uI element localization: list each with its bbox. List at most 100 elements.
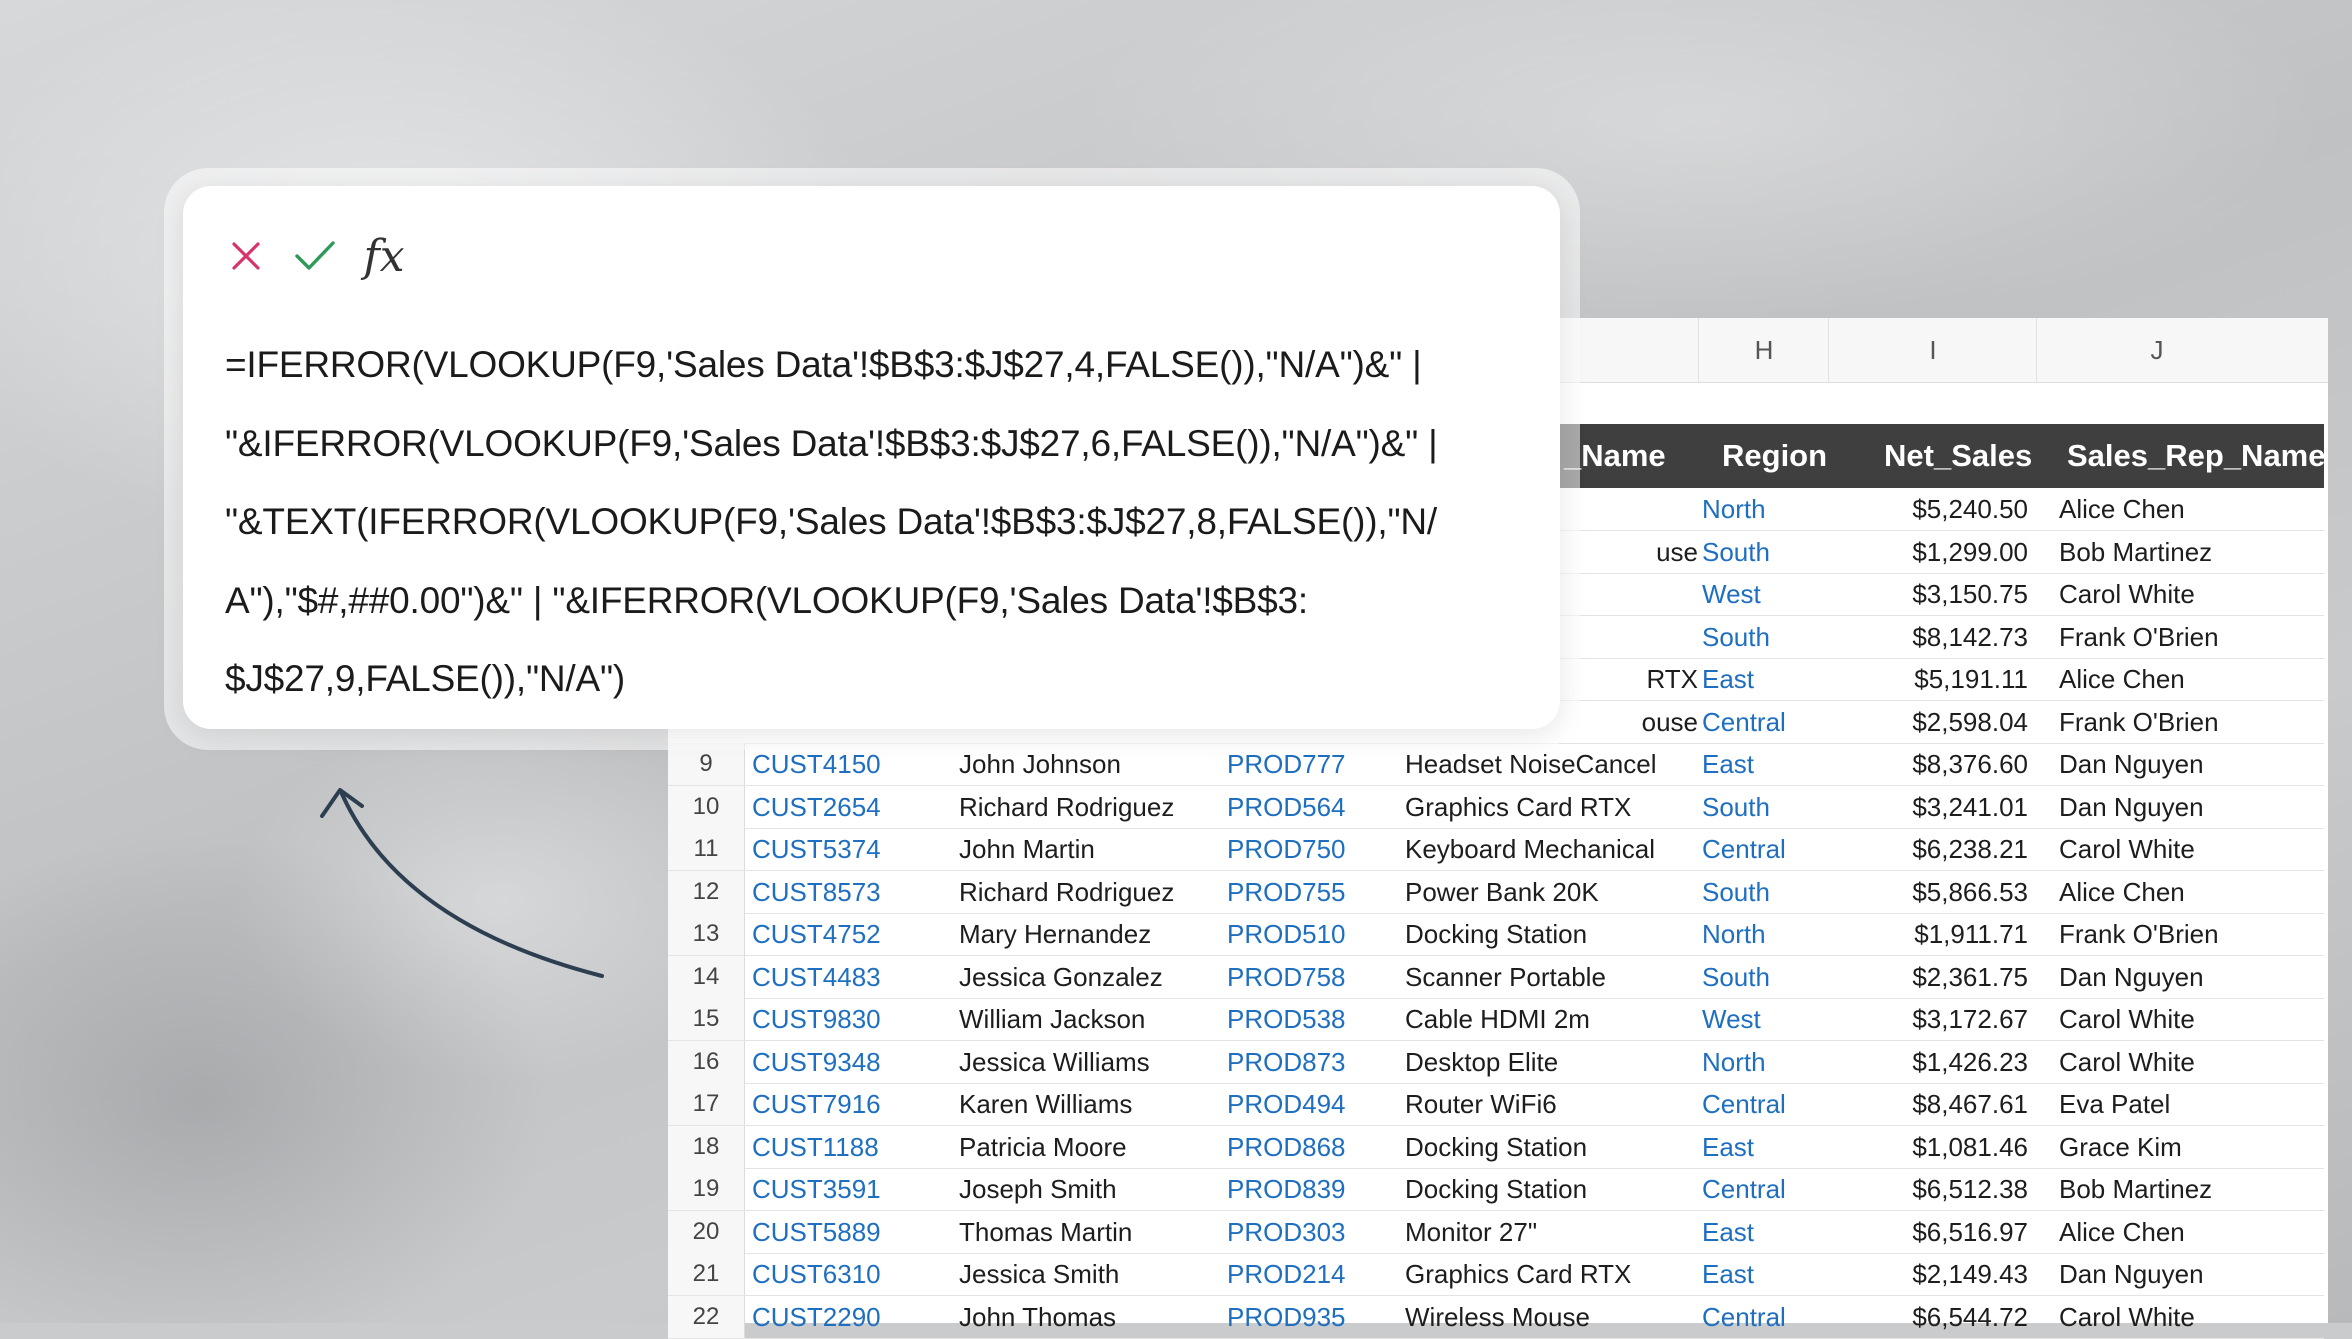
cell-customer-id[interactable]: CUST7916 [752, 1083, 881, 1125]
row-number[interactable]: 10 [668, 785, 745, 828]
cell-sales-rep[interactable]: Bob Martinez [2059, 531, 2212, 573]
cell-region[interactable]: South [1702, 531, 1770, 573]
cell-product[interactable]: Keyboard Mechanical [1405, 828, 1655, 870]
cell-customer-name[interactable]: Joseph Smith [959, 1168, 1117, 1210]
row-number[interactable]: 15 [668, 998, 745, 1040]
cell-region[interactable]: Central [1702, 1083, 1786, 1125]
formula-text[interactable]: =IFERROR(VLOOKUP(F9,'Sales Data'!$B$3:$J… [225, 326, 1515, 719]
cell-customer-id[interactable]: CUST5374 [752, 828, 881, 870]
cell-sales-rep[interactable]: Dan Nguyen [2059, 1253, 2204, 1295]
cell-net-sales[interactable]: $3,241.01 [1828, 786, 2028, 828]
cell-net-sales[interactable]: $8,376.60 [1828, 743, 2028, 785]
cell-customer-id[interactable]: CUST4483 [752, 956, 881, 998]
cell-sales-rep[interactable]: Carol White [2059, 1041, 2195, 1083]
cell-sales-rep[interactable]: Alice Chen [2059, 488, 2185, 530]
cell-product-id[interactable]: PROD494 [1227, 1083, 1346, 1125]
cell-customer-id[interactable]: CUST9348 [752, 1041, 881, 1083]
cell-region[interactable]: Central [1702, 1296, 1786, 1338]
cell-net-sales[interactable]: $6,544.72 [1828, 1296, 2028, 1338]
cell-customer-name[interactable]: Karen Williams [959, 1083, 1132, 1125]
cell-region[interactable]: West [1702, 573, 1761, 615]
cell-region[interactable]: Central [1702, 701, 1786, 743]
cell-region[interactable]: East [1702, 1126, 1754, 1168]
cell-net-sales[interactable]: $1,911.71 [1828, 913, 2028, 955]
cell-customer-id[interactable]: CUST2654 [752, 786, 881, 828]
cell-sales-rep[interactable]: Bob Martinez [2059, 1168, 2212, 1210]
cell-customer-name[interactable]: Mary Hernandez [959, 913, 1151, 955]
cell-region[interactable]: North [1702, 1041, 1766, 1083]
column-header-j[interactable]: J [2036, 318, 2277, 382]
row-number[interactable]: 18 [668, 1125, 745, 1168]
cell-region[interactable]: East [1702, 1253, 1754, 1295]
cell-sales-rep[interactable]: Dan Nguyen [2059, 956, 2204, 998]
cell-product[interactable]: Wireless Mouse [1405, 1296, 1590, 1338]
confirm-button[interactable] [287, 226, 343, 286]
cell-net-sales[interactable]: $6,516.97 [1828, 1211, 2028, 1253]
cell-region[interactable]: North [1702, 488, 1766, 530]
cell-customer-name[interactable]: Patricia Moore [959, 1126, 1127, 1168]
cell-net-sales[interactable]: $6,512.38 [1828, 1168, 2028, 1210]
cell-product-id[interactable]: PROD758 [1227, 956, 1346, 998]
cell-net-sales[interactable]: $8,142.73 [1828, 616, 2028, 658]
cell-region[interactable]: North [1702, 913, 1766, 955]
cell-net-sales[interactable]: $3,172.67 [1828, 998, 2028, 1040]
cell-product-id[interactable]: PROD868 [1227, 1126, 1346, 1168]
cell-sales-rep[interactable]: Dan Nguyen [2059, 743, 2204, 785]
cell-customer-name[interactable]: William Jackson [959, 998, 1145, 1040]
cell-customer-name[interactable]: Richard Rodriguez [959, 871, 1174, 913]
cell-sales-rep[interactable]: Frank O'Brien [2059, 616, 2219, 658]
cell-product[interactable]: Docking Station [1405, 913, 1587, 955]
row-number[interactable]: 20 [668, 1210, 745, 1253]
cell-sales-rep[interactable]: Frank O'Brien [2059, 701, 2219, 743]
cell-net-sales[interactable]: $1,081.46 [1828, 1126, 2028, 1168]
cell-customer-id[interactable]: CUST6310 [752, 1253, 881, 1295]
cell-region[interactable]: West [1702, 998, 1761, 1040]
cell-product-id[interactable]: PROD538 [1227, 998, 1346, 1040]
cell-net-sales[interactable]: $2,361.75 [1828, 956, 2028, 998]
row-number[interactable]: 14 [668, 955, 745, 998]
cell-net-sales[interactable]: $5,866.53 [1828, 871, 2028, 913]
cell-sales-rep[interactable]: Eva Patel [2059, 1083, 2170, 1125]
cell-sales-rep[interactable]: Grace Kim [2059, 1126, 2182, 1168]
column-header-i[interactable]: I [1828, 318, 2037, 382]
cell-sales-rep[interactable]: Frank O'Brien [2059, 913, 2219, 955]
cell-customer-name[interactable]: John Thomas [959, 1296, 1116, 1338]
cell-sales-rep[interactable]: Alice Chen [2059, 658, 2185, 700]
cell-customer-id[interactable]: CUST8573 [752, 871, 881, 913]
cell-product-id[interactable]: PROD303 [1227, 1211, 1346, 1253]
cell-product-id[interactable]: PROD214 [1227, 1253, 1346, 1295]
cell-product-id[interactable]: PROD755 [1227, 871, 1346, 913]
cell-customer-name[interactable]: Jessica Smith [959, 1253, 1119, 1295]
cell-product[interactable]: Monitor 27" [1405, 1211, 1537, 1253]
header-sales-rep[interactable]: Sales_Rep_Name [2067, 424, 2326, 488]
column-header-h[interactable]: H [1698, 318, 1829, 382]
cell-customer-id[interactable]: CUST4752 [752, 913, 881, 955]
cell-product-id[interactable]: PROD510 [1227, 913, 1346, 955]
cell-customer-name[interactable]: Jessica Williams [959, 1041, 1150, 1083]
cell-sales-rep[interactable]: Carol White [2059, 573, 2195, 615]
cell-region[interactable]: East [1702, 658, 1754, 700]
row-number[interactable]: 13 [668, 913, 745, 955]
cell-net-sales[interactable]: $5,191.11 [1828, 658, 2028, 700]
cell-customer-id[interactable]: CUST9830 [752, 998, 881, 1040]
row-number[interactable]: 17 [668, 1083, 745, 1125]
cell-region[interactable]: South [1702, 616, 1770, 658]
cell-product[interactable]: Docking Station [1405, 1168, 1587, 1210]
fx-icon[interactable]: fx [349, 226, 419, 286]
cell-product[interactable]: Router WiFi6 [1405, 1083, 1557, 1125]
cell-product[interactable]: Desktop Elite [1405, 1041, 1558, 1083]
row-number[interactable]: 19 [668, 1168, 745, 1210]
cell-region[interactable]: East [1702, 743, 1754, 785]
row-number[interactable]: 21 [668, 1253, 745, 1295]
cell-region[interactable]: East [1702, 1211, 1754, 1253]
cell-sales-rep[interactable]: Carol White [2059, 828, 2195, 870]
cell-customer-name[interactable]: Thomas Martin [959, 1211, 1132, 1253]
cell-net-sales[interactable]: $5,240.50 [1828, 488, 2028, 530]
cell-net-sales[interactable]: $6,238.21 [1828, 828, 2028, 870]
cell-region[interactable]: Central [1702, 1168, 1786, 1210]
row-number[interactable]: 22 [668, 1295, 745, 1338]
cell-customer-name[interactable]: Jessica Gonzalez [959, 956, 1163, 998]
cell-net-sales[interactable]: $3,150.75 [1828, 573, 2028, 615]
row-number[interactable]: 16 [668, 1040, 745, 1083]
cell-product[interactable]: Cable HDMI 2m [1405, 998, 1590, 1040]
